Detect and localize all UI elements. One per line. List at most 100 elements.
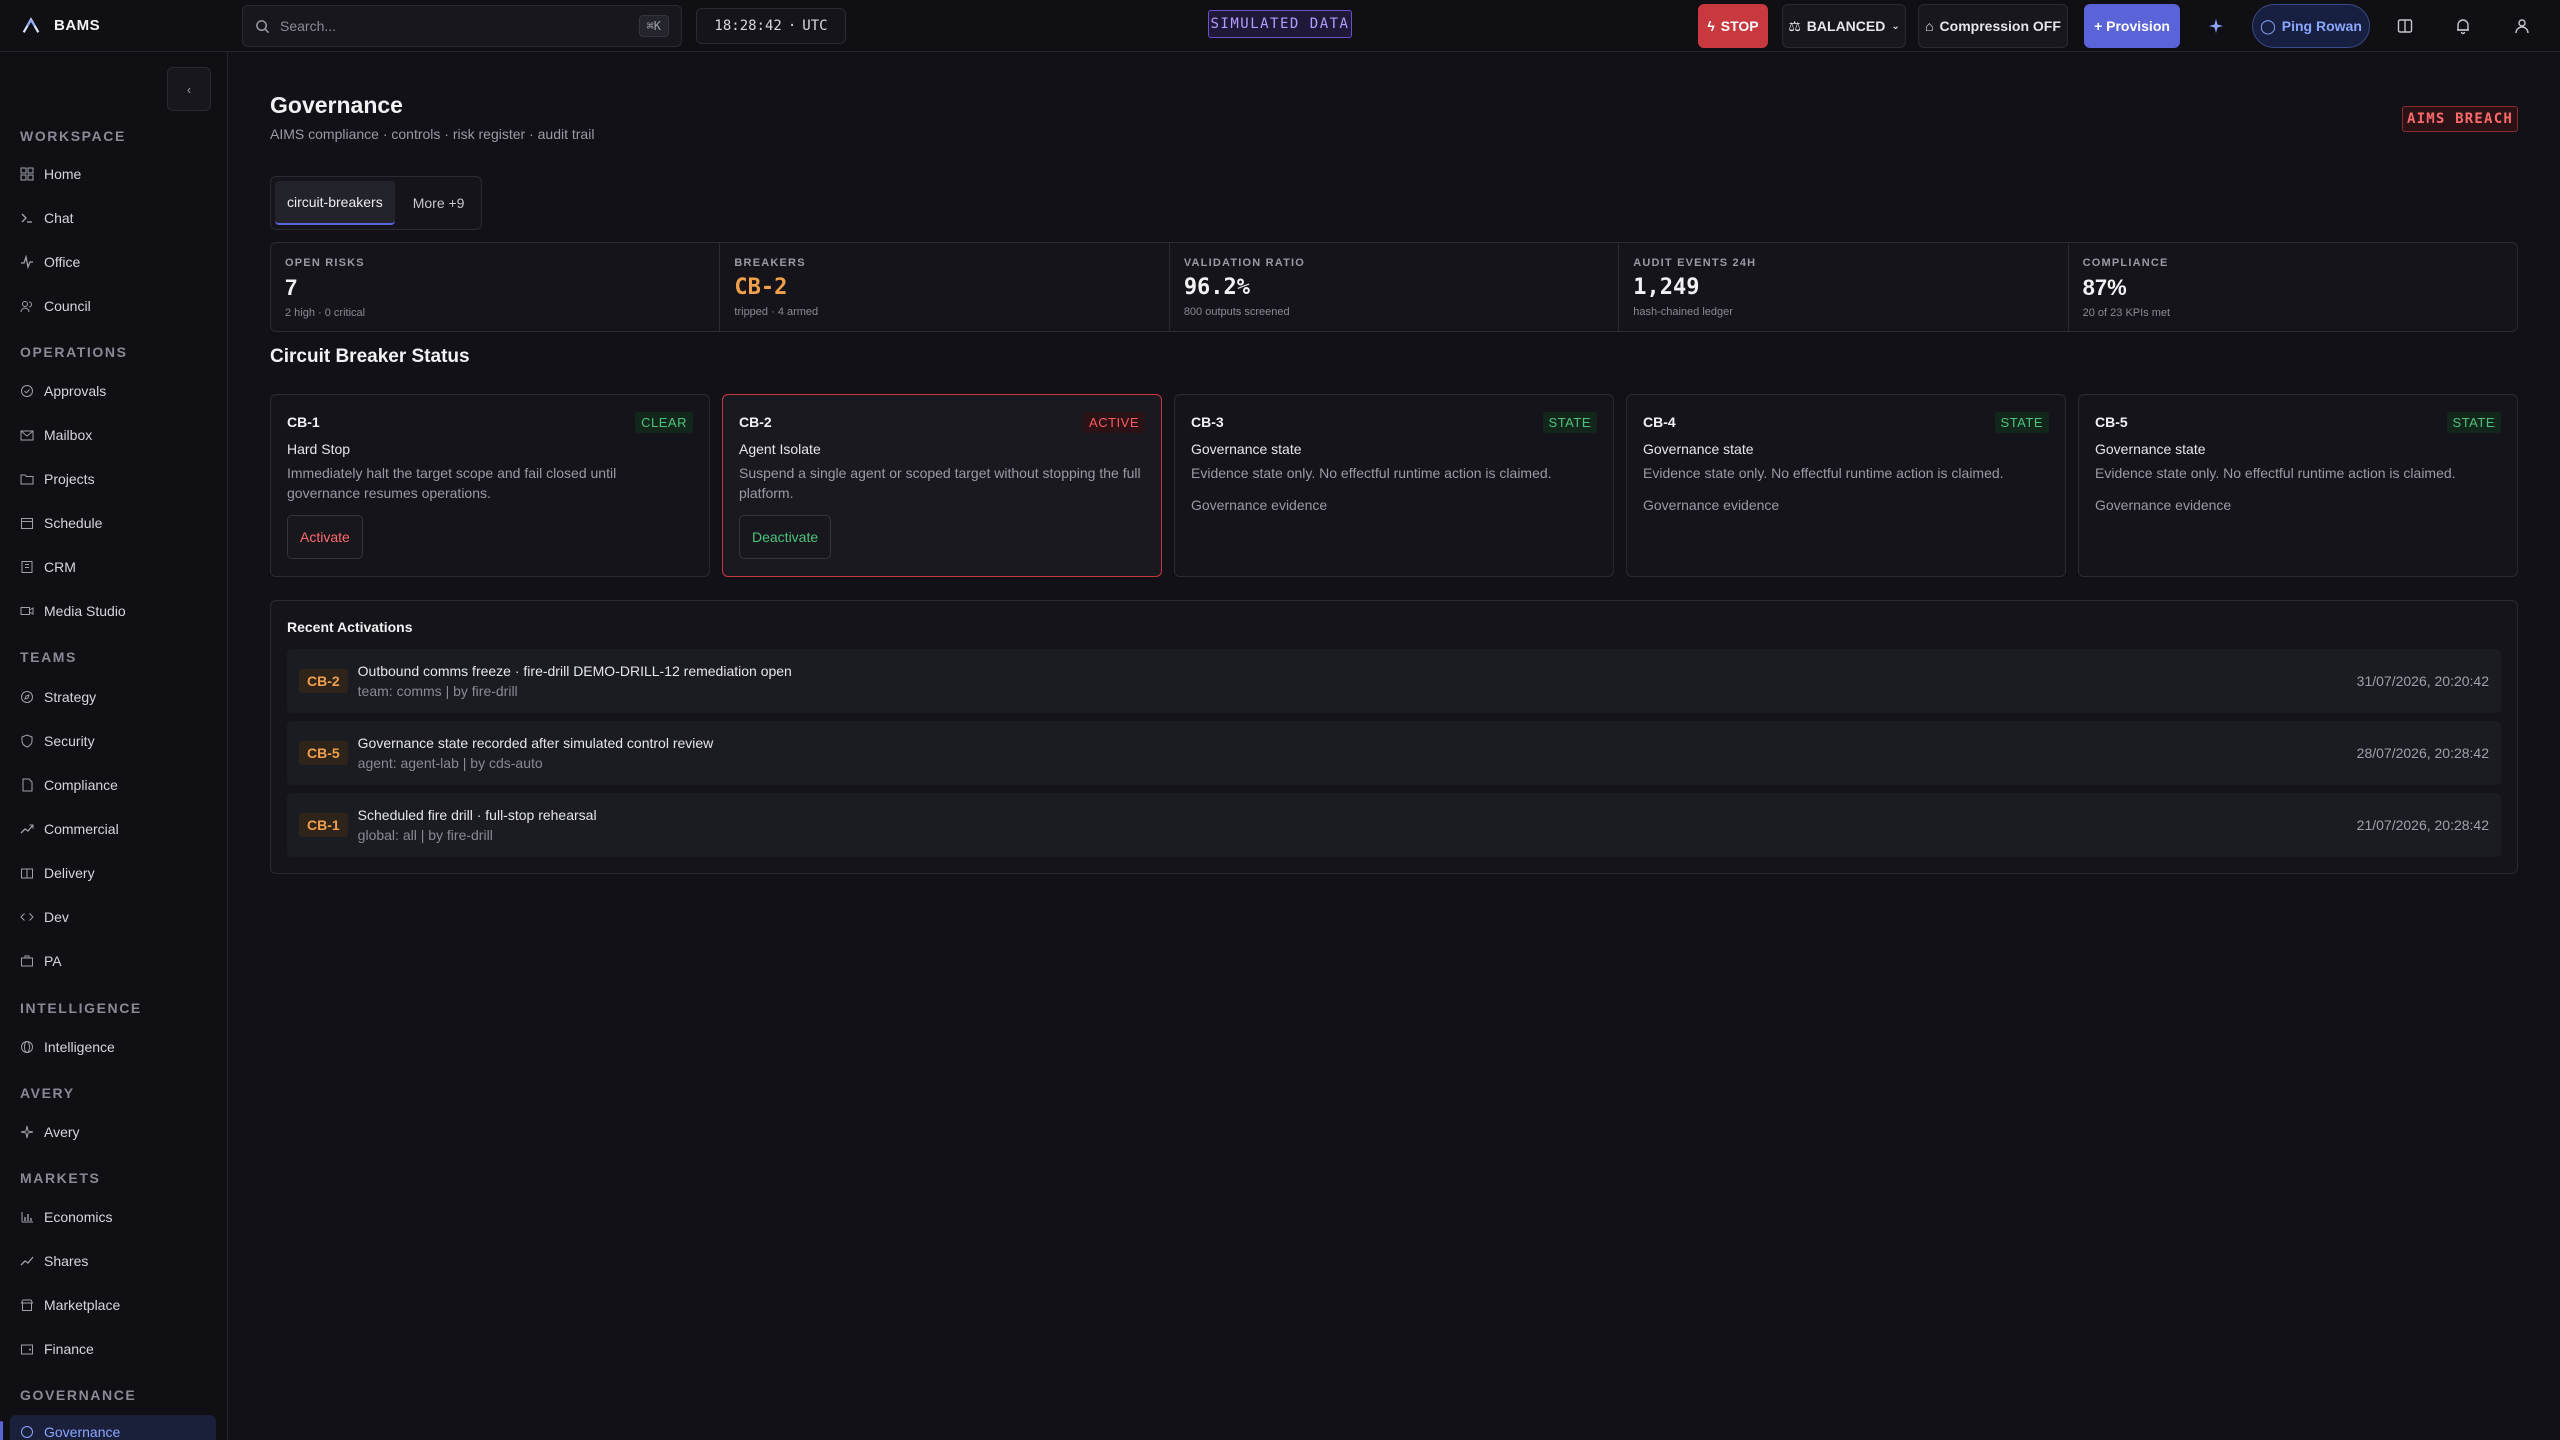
section-teams: TEAMS bbox=[20, 649, 77, 665]
sidebar-item-delivery[interactable]: Delivery bbox=[10, 856, 216, 890]
sidebar-item-avery[interactable]: Avery bbox=[10, 1115, 216, 1149]
sidebar-item-chat[interactable]: Chat bbox=[10, 201, 216, 235]
activate-button[interactable]: Activate bbox=[287, 515, 363, 559]
sidebar-item-marketplace[interactable]: Marketplace bbox=[10, 1288, 216, 1322]
activation-badge: CB-2 bbox=[299, 669, 348, 693]
stat-value: 87% bbox=[2082, 275, 2127, 300]
sidebar-item-label: Avery bbox=[44, 1124, 80, 1140]
stat-value: CB-2 bbox=[734, 275, 788, 300]
breaker-id: CB-4 bbox=[1643, 414, 1676, 430]
status-badge: STATE bbox=[2446, 411, 2501, 433]
breaker-name: Hard Stop bbox=[287, 441, 351, 457]
stats-strip: OPEN RISKS 7 2 high · 0 critical BREAKER… bbox=[270, 242, 2518, 332]
activation-badge: CB-1 bbox=[299, 813, 348, 837]
calendar-icon bbox=[21, 518, 33, 529]
activation-badge: CB-5 bbox=[299, 741, 348, 765]
breaker-evidence: Governance evidence bbox=[1643, 497, 1780, 513]
sidebar-item-label: Council bbox=[44, 298, 91, 314]
sidebar-item-governance[interactable]: Governance bbox=[0, 1415, 216, 1440]
sidebar-item-council[interactable]: Council bbox=[10, 289, 216, 323]
sidebar-item-intelligence[interactable]: Intelligence bbox=[10, 1030, 216, 1064]
activation-row[interactable]: CB-2 Outbound comms freeze · fire-drill … bbox=[287, 649, 2501, 713]
page-subtitle: AIMS compliance · controls · risk regist… bbox=[270, 126, 595, 142]
breaker-evidence: Governance evidence bbox=[1191, 497, 1328, 513]
terminal-icon bbox=[21, 213, 32, 223]
sparkles-icon[interactable] bbox=[2202, 12, 2230, 40]
check-circle-icon bbox=[21, 385, 33, 397]
circuit-breaker-status-title: Circuit Breaker Status bbox=[270, 346, 470, 367]
compass-icon bbox=[21, 691, 33, 703]
deactivate-button[interactable]: Deactivate bbox=[739, 515, 832, 559]
tab-more[interactable]: More +9 bbox=[401, 181, 477, 225]
clock-time: 18:28:42 bbox=[714, 18, 782, 34]
search-input[interactable]: Search... ⌘K bbox=[242, 5, 682, 47]
sidebar-item-security[interactable]: Security bbox=[10, 724, 216, 758]
compression-toggle[interactable]: ⌂ Compression OFF bbox=[1918, 4, 2068, 48]
ping-label: Ping Rowan bbox=[2281, 18, 2362, 34]
sidebar-item-mailbox[interactable]: Mailbox bbox=[10, 418, 216, 452]
aims-breach-badge: AIMS BREACH bbox=[2402, 106, 2518, 132]
collapse-sidebar-button[interactable]: ‹ bbox=[167, 67, 211, 111]
clock-separator: · bbox=[787, 18, 797, 34]
breaker-name: Governance state bbox=[2095, 441, 2206, 457]
tab-circuit-breakers[interactable]: circuit-breakers bbox=[275, 181, 395, 225]
breaker-card-cb1: CB-1 CLEAR Hard Stop Immediately halt th… bbox=[270, 394, 710, 577]
sidebar-item-crm[interactable]: CRM bbox=[10, 550, 216, 584]
ping-rowan-button[interactable]: ◯ Ping Rowan bbox=[2252, 4, 2370, 48]
section-markets: MARKETS bbox=[20, 1170, 101, 1186]
grid-icon bbox=[20, 167, 34, 181]
search-shortcut: ⌘K bbox=[638, 15, 669, 37]
logo-icon bbox=[22, 17, 40, 33]
stop-button[interactable]: ϟ STOP bbox=[1698, 4, 1768, 48]
sidebar-item-label: CRM bbox=[44, 559, 76, 575]
balanced-mode-dropdown[interactable]: ⚖ BALANCED ⌄ bbox=[1782, 4, 1906, 48]
building-icon bbox=[21, 561, 33, 573]
bolt-icon: ϟ bbox=[1707, 18, 1715, 34]
scale-icon: ⚖ bbox=[1788, 17, 1801, 34]
breaker-description: Evidence state only. No effectful runtim… bbox=[1191, 465, 1552, 481]
video-icon bbox=[20, 607, 34, 615]
status-badge: CLEAR bbox=[635, 411, 693, 433]
stat-note: 2 high · 0 critical bbox=[285, 307, 366, 319]
stat-label: OPEN RISKS bbox=[285, 257, 365, 269]
brand[interactable]: BAMS bbox=[20, 14, 100, 36]
sidebar-item-label: Dev bbox=[44, 909, 69, 925]
sidebar-item-economics[interactable]: Economics bbox=[10, 1200, 216, 1234]
section-operations: OPERATIONS bbox=[20, 344, 128, 360]
sidebar-item-shares[interactable]: Shares bbox=[10, 1244, 216, 1278]
sidebar-item-commercial[interactable]: Commercial bbox=[10, 812, 216, 846]
chevron-left-icon: ‹ bbox=[186, 81, 192, 97]
user-icon[interactable] bbox=[2508, 12, 2536, 40]
sidebar-item-office[interactable]: Office bbox=[10, 245, 216, 279]
sidebar-item-label: Economics bbox=[44, 1209, 113, 1225]
stat-note: tripped · 4 armed bbox=[734, 306, 819, 318]
section-avery: AVERY bbox=[20, 1085, 75, 1101]
provision-button[interactable]: + Provision bbox=[2084, 4, 2180, 48]
stat-open-risks: OPEN RISKS 7 2 high · 0 critical bbox=[271, 243, 721, 331]
breaker-description: Suspend a single agent or scoped target … bbox=[739, 465, 1141, 501]
activation-meta: global: all | by fire-drill bbox=[357, 827, 493, 843]
sidebar-item-media-studio[interactable]: Media Studio bbox=[10, 594, 216, 628]
users-icon bbox=[20, 301, 32, 313]
sidebar-item-dev[interactable]: Dev bbox=[10, 900, 216, 934]
sidebar-item-strategy[interactable]: Strategy bbox=[10, 680, 216, 714]
panel-toggle-icon[interactable] bbox=[2391, 12, 2419, 40]
sidebar-item-pa[interactable]: PA bbox=[10, 944, 216, 978]
activation-row[interactable]: CB-5 Governance state recorded after sim… bbox=[287, 721, 2501, 785]
sidebar-item-schedule[interactable]: Schedule bbox=[10, 506, 216, 540]
sidebar-item-home[interactable]: Home bbox=[10, 157, 216, 191]
balanced-label: BALANCED bbox=[1806, 18, 1886, 34]
stat-audit-events: AUDIT EVENTS 24H 1,249 hash-chained ledg… bbox=[1619, 243, 2069, 331]
sidebar-item-finance[interactable]: Finance bbox=[10, 1332, 216, 1366]
sidebar-item-approvals[interactable]: Approvals bbox=[10, 374, 216, 408]
sidebar-item-projects[interactable]: Projects bbox=[10, 462, 216, 496]
sidebar-item-label: Governance bbox=[44, 1424, 121, 1440]
circle-icon: ◯ bbox=[2260, 17, 2276, 34]
stat-label: VALIDATION RATIO bbox=[1183, 257, 1306, 269]
sidebar-item-compliance[interactable]: Compliance bbox=[10, 768, 216, 802]
package-icon bbox=[21, 868, 33, 879]
bell-icon[interactable] bbox=[2449, 12, 2477, 40]
activation-row[interactable]: CB-1 Scheduled fire drill · full-stop re… bbox=[287, 793, 2501, 857]
top-bar: BAMS Search... ⌘K 18:28:42 · UTC SIMULAT… bbox=[0, 0, 2560, 52]
sidebar-item-label: Projects bbox=[44, 471, 95, 487]
